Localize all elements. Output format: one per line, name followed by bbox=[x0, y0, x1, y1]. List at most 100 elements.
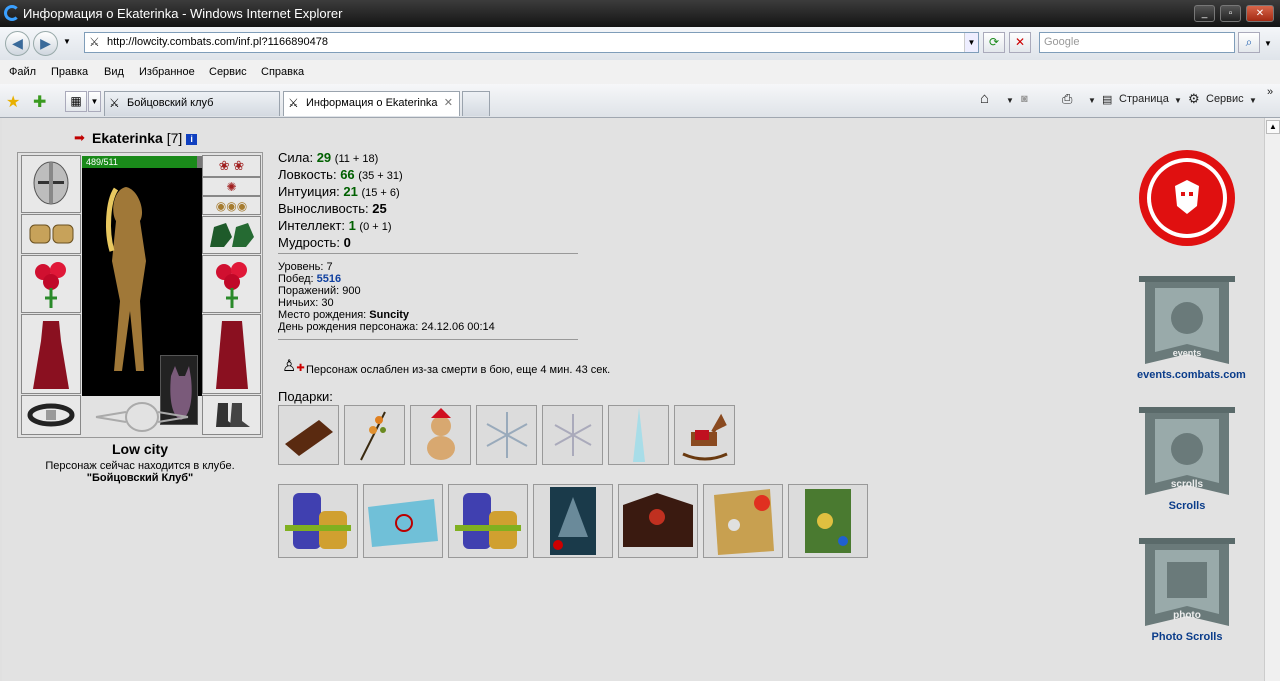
scrolls-link[interactable]: Scrolls bbox=[1137, 500, 1237, 512]
gift-snowflake-1[interactable] bbox=[476, 405, 537, 465]
warrior-figure-icon bbox=[106, 187, 146, 371]
gift-card-5[interactable] bbox=[618, 484, 698, 558]
tab-list-dropdown-icon[interactable]: ▼ bbox=[88, 91, 101, 112]
menu-tools[interactable]: Сервис bbox=[209, 66, 247, 78]
menu-view[interactable]: Вид bbox=[104, 66, 124, 78]
gift-box-icon bbox=[455, 493, 521, 549]
helmet-slot[interactable] bbox=[21, 155, 81, 213]
ie-logo-icon bbox=[4, 5, 20, 21]
cloak-slot[interactable] bbox=[202, 314, 261, 394]
page-dropdown-icon[interactable]: ▼ bbox=[1174, 96, 1182, 105]
gift-card-1[interactable] bbox=[278, 484, 358, 558]
quick-tabs-icon[interactable]: ▦ bbox=[65, 91, 87, 112]
minimize-button[interactable]: _ bbox=[1194, 5, 1215, 22]
menu-file[interactable]: Файл bbox=[9, 66, 36, 78]
belt-slot[interactable] bbox=[21, 395, 81, 435]
svg-text:photo: photo bbox=[1173, 610, 1201, 621]
address-url[interactable]: http://lowcity.combats.com/inf.pl?116689… bbox=[107, 36, 328, 48]
home-dropdown-icon[interactable]: ▼ bbox=[1006, 96, 1014, 105]
gift-icicle[interactable] bbox=[608, 405, 669, 465]
flower-branch-icon bbox=[360, 411, 386, 461]
events-link[interactable]: events.combats.com bbox=[1137, 369, 1246, 381]
swords-icon: ⚔ bbox=[288, 96, 299, 110]
stats-list: Сила: 29 (11 + 18) Ловкость: 66 (35 + 31… bbox=[278, 150, 403, 252]
address-bar[interactable]: ⚔ http://lowcity.combats.com/inf.pl?1166… bbox=[84, 32, 979, 53]
gold-card-icon bbox=[714, 489, 774, 555]
scrolls-banner[interactable]: scrolls Scrolls bbox=[1137, 405, 1237, 512]
tools-menu[interactable]: Сервис bbox=[1206, 93, 1244, 105]
stat-row: Выносливость: 25 bbox=[278, 201, 387, 216]
earrings-slot[interactable]: ❀ ❀ bbox=[202, 155, 261, 177]
exit-arrow-icon[interactable]: ➡ bbox=[74, 130, 85, 146]
stop-button[interactable]: ✕ bbox=[1009, 32, 1031, 53]
rss-feed-icon[interactable]: ◙ bbox=[1021, 93, 1028, 105]
add-favorite-icon[interactable]: ✚ bbox=[33, 92, 46, 112]
menu-help[interactable]: Справка bbox=[261, 66, 304, 78]
roses-icon bbox=[35, 262, 66, 308]
boots-icon bbox=[215, 403, 250, 427]
print-icon[interactable]: ⎙ bbox=[1062, 91, 1072, 107]
vertical-scrollbar[interactable]: ▲ bbox=[1264, 118, 1280, 681]
menu-favorites[interactable]: Избранное bbox=[139, 66, 195, 78]
home-icon[interactable]: ⌂ bbox=[980, 90, 989, 107]
photo-scrolls-link[interactable]: Photo Scrolls bbox=[1137, 631, 1237, 643]
gift-teddy[interactable] bbox=[410, 405, 471, 465]
forward-button[interactable]: ▶ bbox=[33, 31, 58, 56]
gift-snowflake-2[interactable] bbox=[542, 405, 603, 465]
stat-row: Сила: 29 (11 + 18) bbox=[278, 150, 379, 165]
club-emblem-icon bbox=[86, 401, 198, 433]
clan-emblem[interactable] bbox=[1137, 148, 1237, 251]
maximize-button[interactable]: ▫ bbox=[1220, 5, 1241, 22]
boots-slot[interactable] bbox=[202, 395, 261, 435]
tools-dropdown-icon[interactable]: ▼ bbox=[1249, 96, 1257, 105]
hp-value: 489/511 bbox=[86, 157, 118, 167]
gift-rocking-horse[interactable] bbox=[674, 405, 735, 465]
amulet-slot[interactable]: ✺ bbox=[202, 177, 261, 196]
gift-card-4[interactable] bbox=[533, 484, 613, 558]
menu-edit[interactable]: Правка bbox=[51, 66, 88, 78]
page-icon: ▤ bbox=[1102, 94, 1113, 106]
character-header: Ekaterinka [7] i bbox=[92, 130, 198, 146]
address-dropdown-icon[interactable]: ▼ bbox=[964, 33, 978, 52]
search-options-icon[interactable]: ▼ bbox=[1264, 39, 1272, 48]
window-titlebar: Информация о Ekaterinka - Windows Intern… bbox=[0, 0, 1280, 27]
new-tab-button[interactable] bbox=[462, 91, 490, 116]
refresh-button[interactable]: ⟳ bbox=[983, 32, 1005, 53]
tab-character-info[interactable]: ⚔ Информация о Ekaterinka ✕ bbox=[283, 91, 460, 116]
page-menu[interactable]: Страница bbox=[1119, 93, 1169, 105]
gift-card-6[interactable] bbox=[703, 484, 783, 558]
gift-card-2[interactable] bbox=[363, 484, 443, 558]
club-name: "Бойцовский Клуб" bbox=[86, 472, 194, 484]
gift-card-3[interactable] bbox=[448, 484, 528, 558]
history-dropdown-icon[interactable]: ▼ bbox=[63, 37, 71, 46]
bracers-slot[interactable] bbox=[21, 214, 81, 254]
scroll-up-icon[interactable]: ▲ bbox=[1266, 120, 1280, 134]
chevron-more-icon[interactable]: » bbox=[1267, 86, 1273, 98]
search-input[interactable]: Google bbox=[1039, 32, 1235, 53]
search-icon[interactable]: ⌕ bbox=[1238, 32, 1260, 53]
info-icon[interactable]: i bbox=[186, 134, 198, 145]
amulet-icon: ✺ bbox=[226, 179, 237, 194]
events-banner[interactable]: events events.combats.com bbox=[1137, 274, 1246, 381]
fireworks-card-icon bbox=[623, 493, 693, 547]
flowers-slot-left[interactable] bbox=[21, 255, 81, 313]
dress-slot-left[interactable] bbox=[21, 314, 81, 394]
weakened-effect-icon[interactable]: ♙✚ bbox=[282, 358, 305, 375]
close-tab-icon[interactable]: ✕ bbox=[444, 92, 453, 115]
helmet-icon bbox=[33, 161, 69, 205]
tab-fight-club[interactable]: ⚔ Бойцовский клуб bbox=[104, 91, 280, 116]
character-name[interactable]: Ekaterinka bbox=[92, 130, 163, 146]
rings-slot[interactable]: ◉◉◉ bbox=[202, 196, 261, 215]
flowers-slot-right[interactable] bbox=[202, 255, 261, 313]
favorites-star-icon[interactable]: ★ bbox=[6, 92, 20, 112]
back-button[interactable]: ◀ bbox=[5, 31, 30, 56]
photo-scrolls-banner[interactable]: photo Photo Scrolls bbox=[1137, 536, 1237, 643]
print-dropdown-icon[interactable]: ▼ bbox=[1088, 96, 1096, 105]
gift-card-7[interactable] bbox=[788, 484, 868, 558]
gift-branch[interactable] bbox=[344, 405, 405, 465]
gloves-slot[interactable] bbox=[202, 216, 261, 254]
close-window-button[interactable]: ✕ bbox=[1246, 5, 1274, 22]
swords-icon: ⚔ bbox=[109, 96, 120, 110]
gift-chocolate[interactable] bbox=[278, 405, 339, 465]
greeting-card-icon bbox=[368, 499, 438, 547]
